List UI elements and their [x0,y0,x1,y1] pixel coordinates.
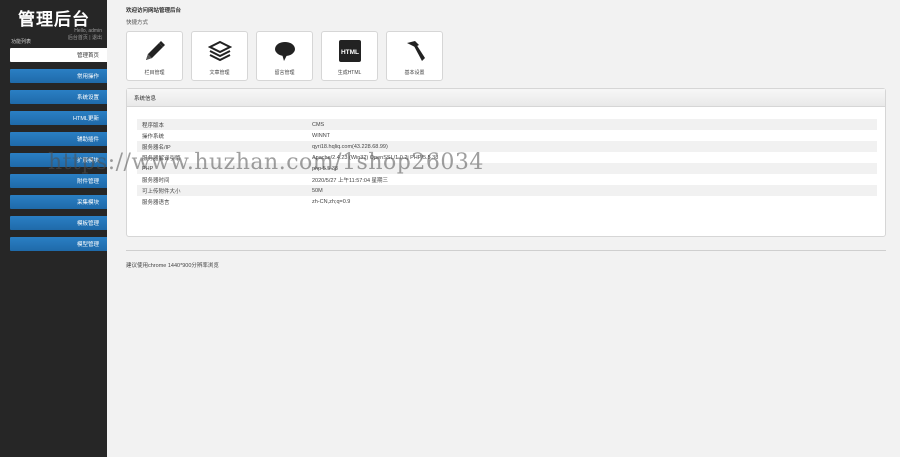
sidebar-item-collector[interactable]: 采集模块 [10,195,107,209]
table-row: PHP php 5.5.38 [137,163,877,174]
info-key: 服务器解译引擎 [142,155,181,162]
html-badge-text: HTML [340,49,358,56]
shortcut-list: 栏目管理 文章管理 留言管理 HTML 生成HTML 基本设置 [126,31,443,81]
main-content: 欢迎访问网站管理后台 快捷方式 栏目管理 文章管理 留言管理 HTML 生成HT… [107,0,900,457]
sidebar-item-html-update[interactable]: HTML更新 [10,111,107,125]
info-value: 2020/5/27 上午11:57:04 星期三 [312,177,389,184]
nav-title: 功能列表 [11,39,32,45]
logout-link[interactable]: 退出 [92,35,102,41]
info-value: qyri18.hqliq.com(43.228.68.99) [312,143,388,150]
info-value: Apache/2.4.23 (Win32) OpenSSL/1.0.2j PHP… [312,154,439,161]
browser-recommendation: 建议使用chrome 1440*900分辨率浏览 [126,263,219,269]
shortcut-label: 基本设置 [404,70,425,76]
info-key: 服务器名/IP [142,144,171,151]
sidebar-item-plugins[interactable]: 辅助插件 [10,132,107,146]
sidebar: 管理后台 Hello, admin 后台首页 | 退出 功能列表 管理首页 常用… [0,0,107,457]
divider [126,250,886,251]
app-logo: 管理后台 [18,10,90,30]
shortcut-label: 留言管理 [274,70,295,76]
shortcut-article-manage[interactable]: 文章管理 [191,31,248,81]
sidebar-item-attachments[interactable]: 附件管理 [10,174,107,188]
info-value: php 5.5.38 [312,165,338,172]
info-key: 服务器语言 [142,199,170,206]
table-row: 服务器名/IP qyri18.hqliq.com(43.228.68.99) [137,141,877,152]
welcome-text: 欢迎访问网站管理后台 [126,8,182,14]
hammer-icon [402,38,428,64]
sidebar-item-extensions[interactable]: 扩展模块 [10,153,107,167]
home-link[interactable]: 后台首页 [68,35,88,41]
table-row: 服务器语言 zh-CN,zh;q=0.9 [137,196,877,207]
table-row: 服务器时间 2020/5/27 上午11:57:04 星期三 [137,174,877,185]
shortcut-category-manage[interactable]: 栏目管理 [126,31,183,81]
shortcut-label: 栏目管理 [144,70,165,76]
info-key: PHP [142,165,154,172]
sidebar-item-system-settings[interactable]: 系统设置 [10,90,107,104]
info-key: 程序版本 [142,122,165,129]
shortcut-label: 文章管理 [209,70,230,76]
panel-title: 系统信息 [127,89,885,107]
stack-icon [207,38,233,64]
pencil-icon [142,38,168,64]
info-value: 50M [312,187,323,194]
shortcut-generate-html[interactable]: HTML 生成HTML [321,31,378,81]
info-key: 可上传附件大小 [142,188,181,195]
sidebar-item-dashboard[interactable]: 管理首页 [10,48,107,62]
table-row: 可上传附件大小 50M [137,185,877,196]
system-info-table: 程序版本 CMS 操作系统 WINNT 服务器名/IP qyri18.hqliq.co… [137,119,877,207]
table-row: 程序版本 CMS [137,119,877,130]
user-info: Hello, admin 后台首页 | 退出 [68,28,102,42]
info-key: 操作系统 [142,133,165,140]
shortcut-label: 生成HTML [337,70,362,76]
shortcut-message-manage[interactable]: 留言管理 [256,31,313,81]
table-row: 服务器解译引擎 Apache/2.4.23 (Win32) OpenSSL/1.0… [137,152,877,163]
speech-bubble-icon [272,38,298,64]
system-info-panel: 系统信息 程序版本 CMS 操作系统 WINNT 服务器名/IP qyri18.hql… [126,88,886,237]
shortcut-basic-settings[interactable]: 基本设置 [386,31,443,81]
shortcut-section-title: 快捷方式 [126,20,149,26]
sidebar-item-common-actions[interactable]: 常用操作 [10,69,107,83]
info-value: zh-CN,zh;q=0.9 [312,198,351,205]
info-value: CMS [312,121,325,128]
table-row: 操作系统 WINNT [137,130,877,141]
sidebar-item-templates[interactable]: 模板管理 [10,216,107,230]
sidebar-item-models[interactable]: 模型管理 [10,237,107,251]
sidebar-menu: 管理首页 常用操作 系统设置 HTML更新 辅助插件 扩展模块 附件管理 采集模… [10,48,107,258]
info-value: WINNT [312,132,331,139]
greeting-text: Hello, admin [74,28,102,34]
info-key: 服务器时间 [142,177,170,184]
html-icon: HTML [337,38,363,64]
